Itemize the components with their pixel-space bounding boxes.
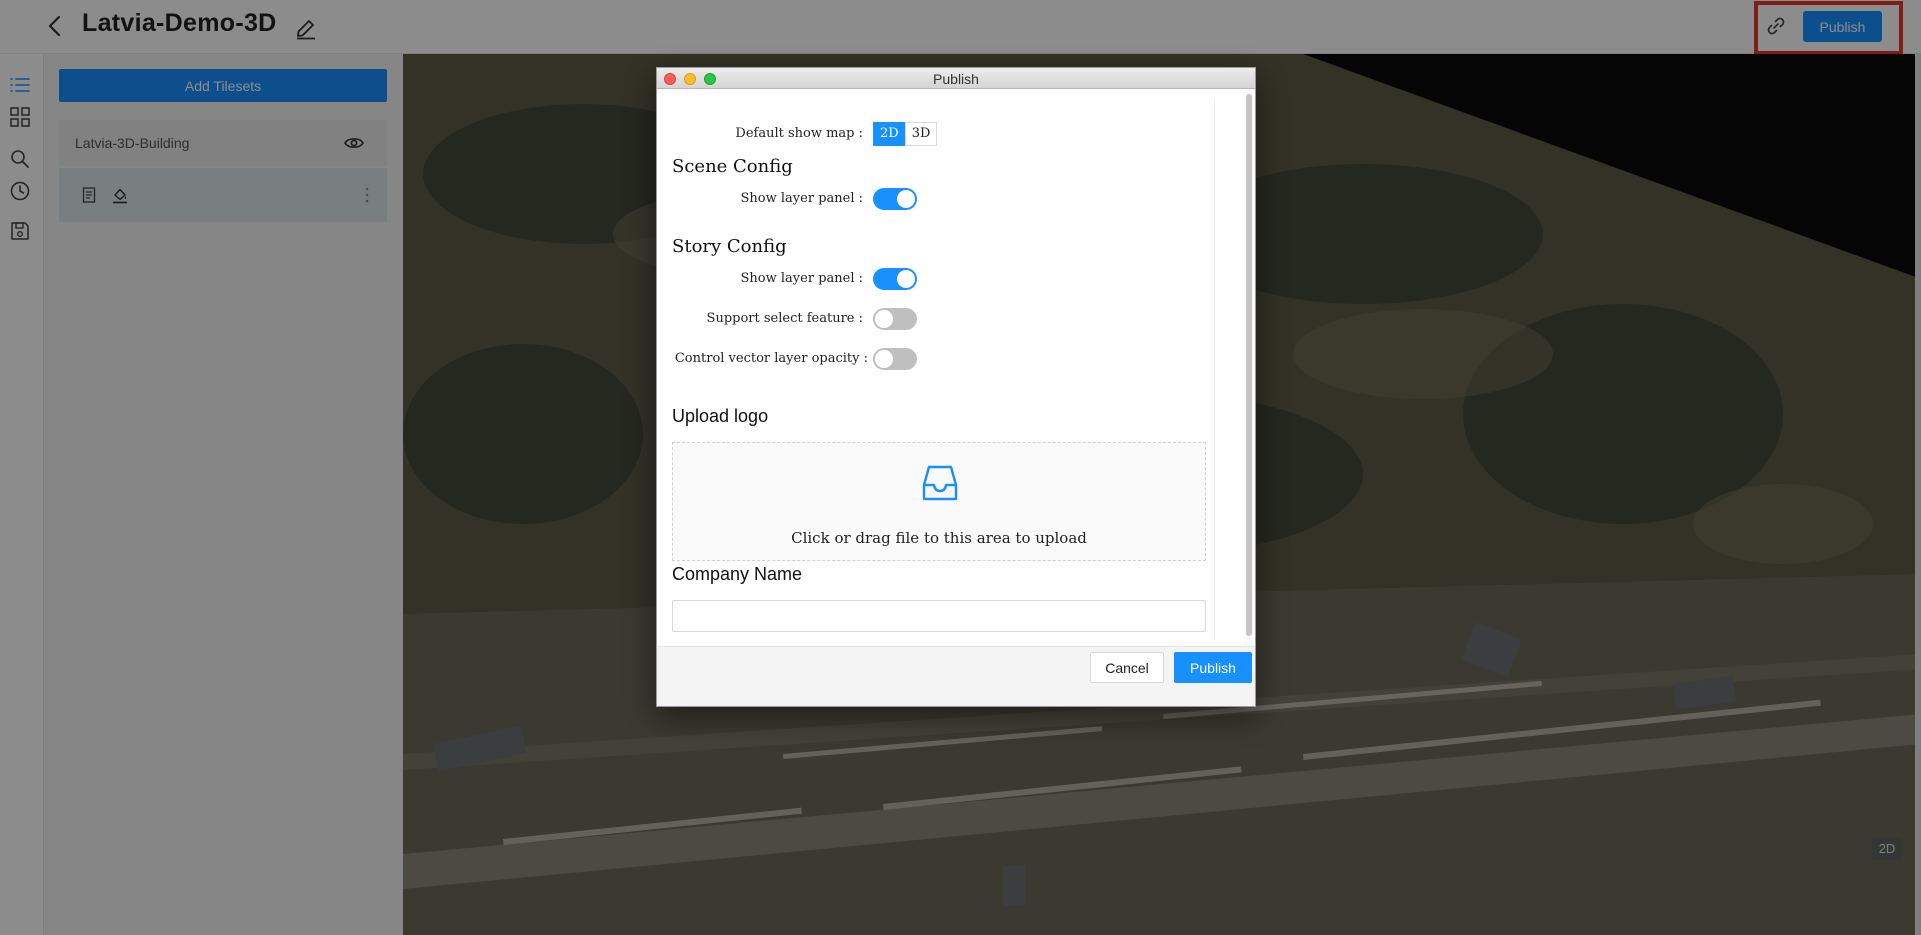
switch-knob	[897, 270, 915, 288]
switch-knob	[875, 350, 893, 368]
support-select-feature-label: Support select feature :	[706, 311, 863, 326]
story-config-title: Story Config	[672, 236, 787, 257]
inner-divider	[1214, 100, 1215, 640]
company-name-input[interactable]	[672, 600, 1206, 632]
publish-button[interactable]: Publish	[1174, 652, 1252, 683]
switch-knob	[875, 310, 893, 328]
upload-hint: Click or drag file to this area to uploa…	[791, 529, 1087, 547]
modal-footer: Cancel Publish	[657, 646, 1255, 706]
default-show-map-toggle: 2D 3D	[873, 122, 938, 146]
support-select-feature-switch[interactable]	[873, 308, 917, 330]
modal-titlebar: Publish	[657, 68, 1255, 89]
story-show-layer-panel-label: Show layer panel :	[740, 271, 863, 286]
publish-modal: Publish Default show map : 2D 3D Scene C…	[656, 67, 1256, 707]
scene-config-title: Scene Config	[672, 156, 793, 177]
control-vector-opacity-switch[interactable]	[873, 348, 917, 370]
upload-dropzone[interactable]: Click or drag file to this area to uploa…	[672, 442, 1206, 561]
story-show-layer-panel-switch[interactable]	[873, 268, 917, 290]
switch-knob	[897, 190, 915, 208]
modal-scroll-thumb[interactable]	[1246, 94, 1252, 636]
upload-logo-title: Upload logo	[672, 406, 769, 426]
inbox-icon	[922, 465, 958, 501]
scene-show-layer-panel-label: Show layer panel :	[740, 191, 863, 206]
modal-title: Publish	[933, 71, 979, 87]
show-map-2d-option[interactable]: 2D	[873, 122, 906, 146]
scene-show-layer-panel-switch[interactable]	[873, 188, 917, 210]
control-vector-opacity-label: Control vector layer opacity :	[674, 351, 868, 366]
default-show-map-label: Default show map :	[735, 126, 863, 141]
show-map-3d-option[interactable]: 3D	[904, 122, 938, 146]
company-name-title: Company Name	[672, 564, 803, 584]
cancel-button[interactable]: Cancel	[1090, 652, 1164, 683]
modal-body: Default show map : 2D 3D Scene Config Sh…	[657, 90, 1255, 646]
